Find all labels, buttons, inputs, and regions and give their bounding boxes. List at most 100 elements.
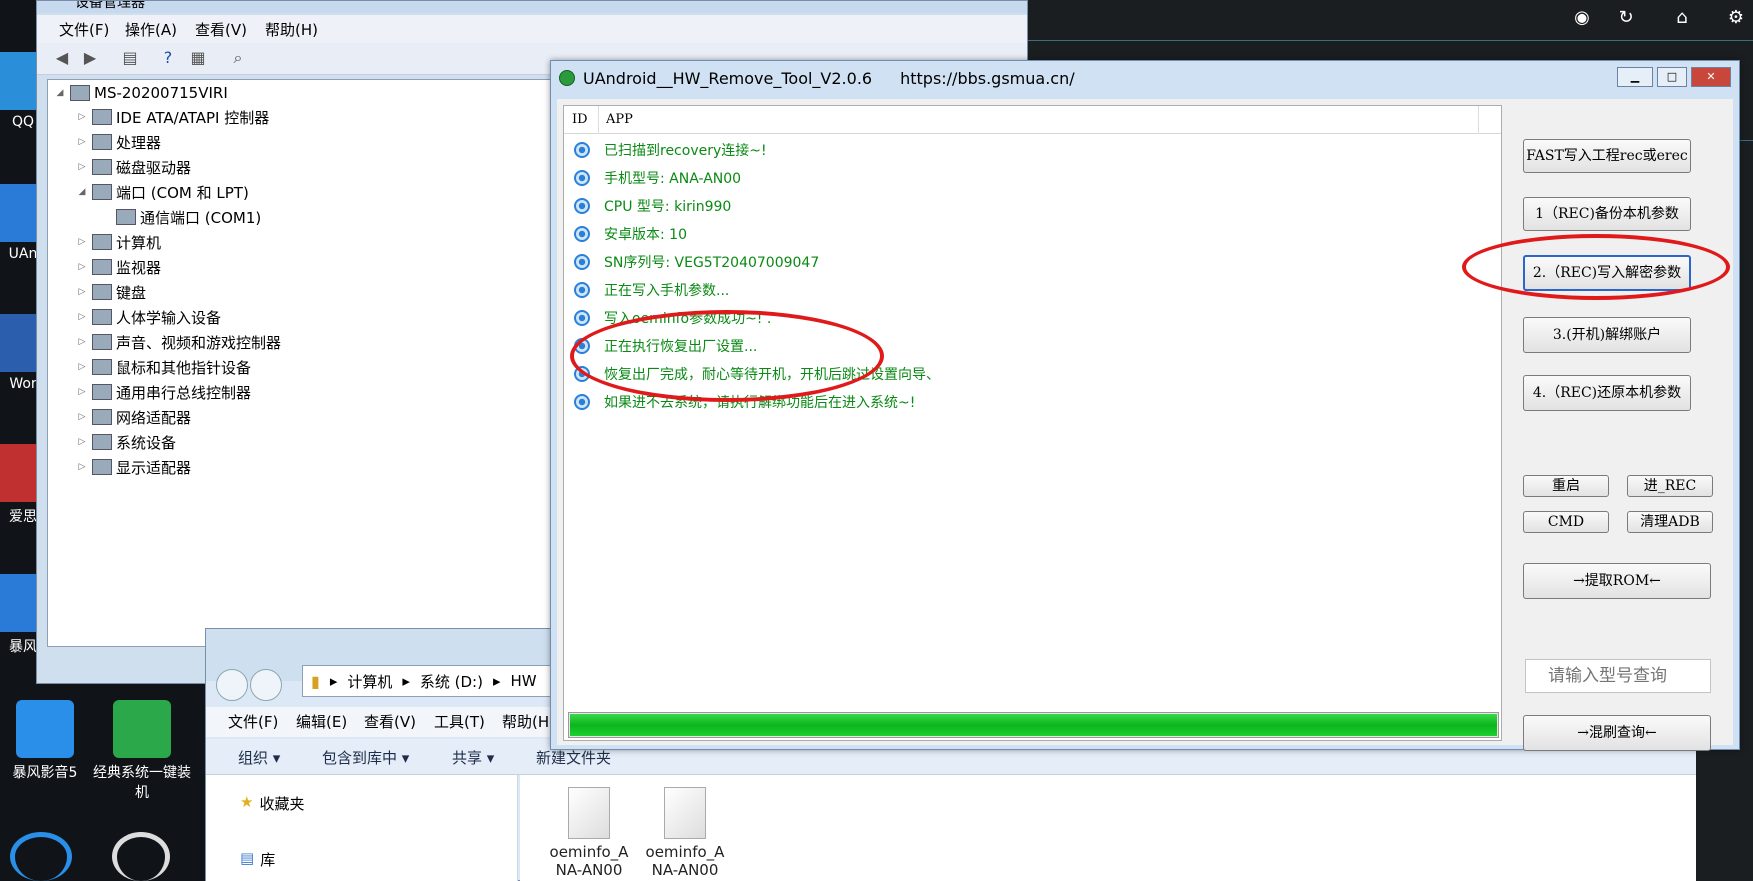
collapse-arrow-icon[interactable]: ◢	[76, 187, 88, 197]
expand-arrow-icon[interactable]: ▷	[76, 412, 88, 422]
tree-item-label: 通用串行总线控制器	[116, 383, 252, 402]
back-arrow-icon[interactable]: ◀	[51, 48, 73, 68]
tree-category-item[interactable]: ◢ 端口 (COM 和 LPT)	[76, 181, 249, 203]
reboot-button[interactable]: 重启	[1523, 475, 1609, 497]
share-button[interactable]: 共享 ▾	[452, 747, 494, 768]
tree-child-item[interactable]: 通信端口 (COM1)	[100, 206, 261, 228]
model-search-input[interactable]	[1525, 659, 1711, 693]
home-icon[interactable]: ⌂	[1670, 6, 1694, 30]
back-button[interactable]	[216, 669, 248, 701]
refresh-icon[interactable]: ↻	[1614, 6, 1638, 30]
forward-button[interactable]	[250, 669, 282, 701]
menu-tools[interactable]: 工具(T)	[434, 711, 485, 732]
expand-arrow-icon[interactable]: ▷	[76, 162, 88, 172]
unbind-account-button[interactable]: 3.(开机)解绑账户	[1523, 317, 1691, 353]
tree-category-item[interactable]: ▷ 鼠标和其他指针设备	[76, 356, 251, 378]
expand-arrow-icon[interactable]: ▷	[76, 112, 88, 122]
tree-category-item[interactable]: ▷ 监视器	[76, 256, 161, 278]
tree-category-item[interactable]: ▷ 显示适配器	[76, 456, 191, 478]
window-titlebar[interactable]: 设备管理器	[37, 1, 1027, 13]
log-row[interactable]: 正在写入手机参数...	[564, 276, 1501, 304]
window-titlebar[interactable]: UAndroid__HW_Remove_Tool_V2.0.6 https://…	[551, 61, 1739, 95]
include-in-library-button[interactable]: 包含到库中 ▾	[322, 747, 409, 768]
backup-params-button[interactable]: 1（REC)备份本机参数	[1523, 197, 1691, 231]
mixed-flash-query-button[interactable]: →混刷查询←	[1523, 715, 1711, 751]
minimize-button[interactable]: ▁	[1617, 67, 1653, 87]
organize-button[interactable]: 组织 ▾	[238, 747, 280, 768]
menu-file[interactable]: 文件(F)	[59, 19, 109, 40]
show-hide-tree-icon[interactable]: ▤	[119, 48, 141, 68]
desktop-shortcut-baofeng5[interactable]: 暴风影音5	[0, 700, 90, 782]
new-folder-button[interactable]: 新建文件夹	[536, 747, 611, 768]
close-button[interactable]: ✕	[1691, 67, 1731, 87]
help-icon[interactable]: ?	[157, 48, 179, 68]
nav-favorites[interactable]: ★ 收藏夹	[240, 793, 304, 814]
desktop-shortcut-system-installer[interactable]: 经典系统一键装机	[92, 700, 192, 802]
gear-icon[interactable]: ⚙	[1724, 6, 1748, 30]
menu-help[interactable]: 帮助(H)	[502, 711, 555, 732]
scan-hardware-icon[interactable]: ⌕	[227, 48, 249, 68]
menu-action[interactable]: 操作(A)	[125, 19, 177, 40]
extract-rom-button[interactable]: →提取ROM←	[1523, 563, 1711, 599]
cmd-button[interactable]: CMD	[1523, 511, 1609, 533]
file-item[interactable]: oeminfo_A NA-AN00	[640, 787, 730, 879]
expand-arrow-icon[interactable]: ▷	[76, 462, 88, 472]
menu-help[interactable]: 帮助(H)	[265, 19, 318, 40]
baofeng5-icon	[16, 700, 74, 758]
tree-category-item[interactable]: ▷ 声音、视频和游戏控制器	[76, 331, 281, 353]
menu-edit[interactable]: 编辑(E)	[296, 711, 347, 732]
app-shortcut-icon[interactable]	[10, 832, 72, 881]
breadcrumb-item[interactable]: 计算机	[347, 671, 392, 692]
log-table-header: ID APP	[564, 106, 1501, 134]
enter-rec-button[interactable]: 进_REC	[1627, 475, 1713, 497]
column-header-id[interactable]: ID	[572, 112, 588, 127]
file-list: oeminfo_A NA-AN00 oeminfo_A NA-AN00	[520, 775, 1696, 881]
tree-category-item[interactable]: ▷ 处理器	[76, 131, 161, 153]
expand-arrow-icon[interactable]: ▷	[76, 237, 88, 247]
expand-arrow-icon[interactable]: ▷	[76, 137, 88, 147]
tree-category-item[interactable]: ▷ 网络适配器	[76, 406, 191, 428]
info-dot-icon	[574, 170, 590, 186]
tree-category-item[interactable]: ▷ 磁盘驱动器	[76, 156, 191, 178]
expand-arrow-icon[interactable]: ▷	[76, 287, 88, 297]
clean-adb-button[interactable]: 清理ADB	[1627, 511, 1713, 533]
fast-write-rec-button[interactable]: FAST写入工程rec或erec	[1523, 139, 1691, 173]
menu-view[interactable]: 查看(V)	[364, 711, 416, 732]
log-row[interactable]: 手机型号: ANA-AN00	[564, 164, 1501, 192]
expand-arrow-icon[interactable]: ▷	[76, 337, 88, 347]
forward-arrow-icon[interactable]: ▶	[79, 48, 101, 68]
tree-root[interactable]: ◢ MS-20200715VIRI	[54, 82, 228, 104]
expand-arrow-icon[interactable]: ▷	[76, 387, 88, 397]
globe-icon[interactable]: ◉	[1570, 6, 1594, 30]
info-dot-icon	[574, 394, 590, 410]
app-shortcut-icon[interactable]	[112, 832, 170, 881]
expand-arrow-icon[interactable]: ▷	[76, 312, 88, 322]
tree-category-item[interactable]: ▷ 键盘	[76, 281, 146, 303]
tree-category-item[interactable]: ▷ IDE ATA/ATAPI 控制器	[76, 106, 270, 128]
restore-params-button[interactable]: 4.（REC)还原本机参数	[1523, 375, 1691, 411]
menu-view[interactable]: 查看(V)	[195, 19, 247, 40]
expand-arrow-icon[interactable]: ▷	[76, 437, 88, 447]
tree-category-item[interactable]: ▷ 通用串行总线控制器	[76, 381, 251, 403]
log-row[interactable]: 安卓版本: 10	[564, 220, 1501, 248]
file-item[interactable]: oeminfo_A NA-AN00	[544, 787, 634, 879]
expand-arrow-icon[interactable]: ▷	[76, 262, 88, 272]
tree-category-item[interactable]: ▷ 人体学输入设备	[76, 306, 221, 328]
tree-category-item[interactable]: ▷ 系统设备	[76, 431, 176, 453]
device-category-icon	[92, 109, 112, 125]
breadcrumb-item[interactable]: HW	[511, 672, 537, 690]
log-row[interactable]: CPU 型号: kirin990	[564, 192, 1501, 220]
log-row[interactable]: 已扫描到recovery连接~!	[564, 136, 1501, 164]
tree-category-item[interactable]: ▷ 计算机	[76, 231, 161, 253]
menu-file[interactable]: 文件(F)	[228, 711, 278, 732]
log-message: 安卓版本: 10	[604, 227, 687, 243]
breadcrumb-item[interactable]: 系统 (D:)	[420, 671, 483, 692]
maximize-button[interactable]: □	[1657, 67, 1687, 87]
nav-libraries[interactable]: ▤ 库	[240, 849, 275, 870]
expand-arrow-icon[interactable]: ▷	[76, 362, 88, 372]
collapse-arrow-icon[interactable]: ◢	[54, 88, 66, 98]
properties-icon[interactable]: ▦	[187, 48, 209, 68]
log-row[interactable]: SN序列号: VEG5T20407009047	[564, 248, 1501, 276]
tree-item-label: 磁盘驱动器	[116, 158, 192, 177]
column-header-app[interactable]: APP	[606, 112, 633, 127]
